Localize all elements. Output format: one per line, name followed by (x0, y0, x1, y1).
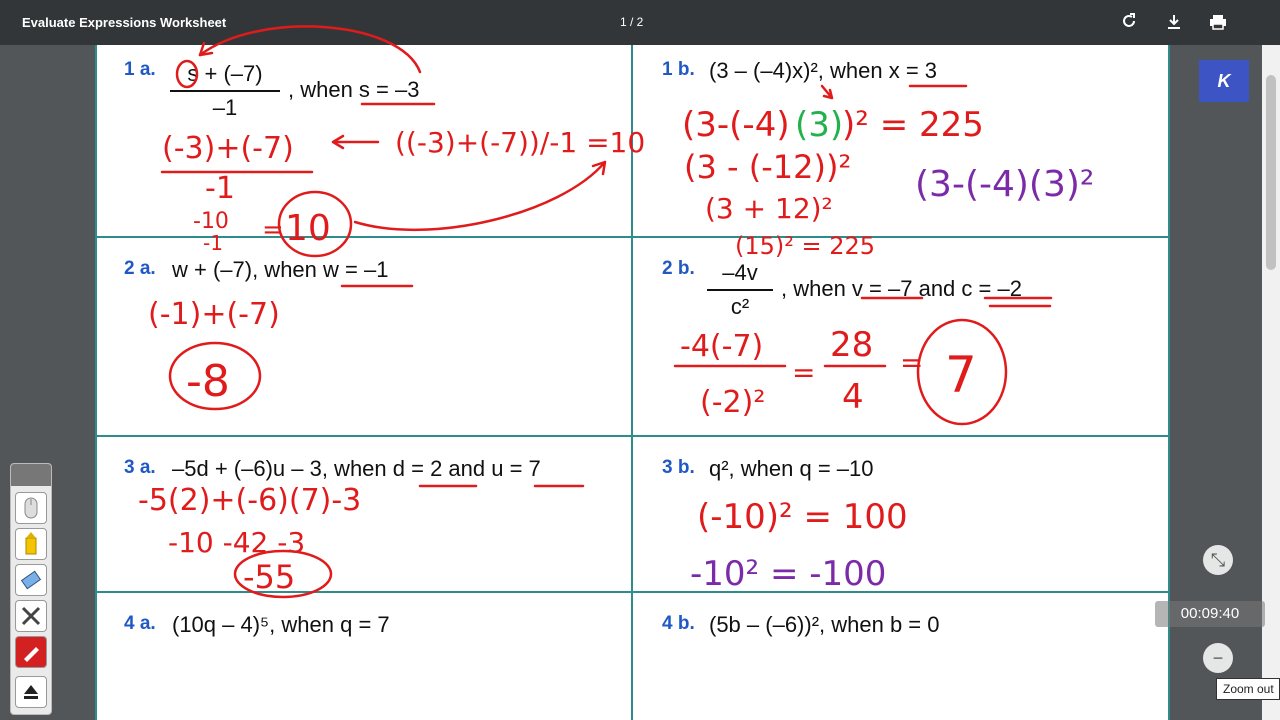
problem-4b-expression: (5b – (–6))², when b = 0 (709, 612, 940, 637)
fraction-2b: –4v c² (707, 260, 773, 320)
eject-icon[interactable] (15, 676, 47, 708)
problem-1a-condition: , when s = –3 (288, 77, 420, 102)
document-title: Evaluate Expressions Worksheet (22, 15, 227, 30)
mouse-pointer-icon[interactable] (15, 492, 47, 524)
grid-row-divider-2 (95, 435, 1170, 437)
rotate-icon[interactable] (1119, 12, 1139, 32)
pen-icon[interactable] (15, 636, 47, 668)
download-icon[interactable] (1164, 12, 1184, 32)
grid-divider-center (631, 45, 633, 720)
problem-3b-expression: q², when q = –10 (709, 456, 874, 481)
grid-row-divider-3 (95, 591, 1170, 593)
fit-to-page-icon[interactable]: ⤡ (1203, 545, 1233, 575)
scrollbar-thumb[interactable] (1266, 75, 1276, 270)
problem-label-3a: 3 a. (124, 457, 156, 478)
grid-row-divider-1 (95, 236, 1170, 238)
recording-timer: 00:09:40 (1155, 601, 1265, 627)
problem-label-1a: 1 a. (124, 59, 156, 80)
problem-label-4a: 4 a. (124, 613, 156, 634)
grid-border-left (95, 45, 97, 720)
fraction-1a-numerator: s + (–7) (187, 61, 263, 86)
problem-1b-expression: (3 – (–4)x)², when x = 3 (709, 58, 938, 83)
palette-drag-handle[interactable] (11, 464, 51, 486)
problem-label-1b: 1 b. (662, 59, 695, 80)
fraction-2b-denominator: c² (730, 294, 750, 319)
highlighter-icon[interactable] (15, 528, 47, 560)
k-extension-button[interactable]: K (1199, 60, 1249, 102)
problem-2b-condition: , when v = –7 and c = –2 (781, 276, 1022, 301)
problem-label-4b: 4 b. (662, 613, 695, 634)
problem-2a-expression: w + (–7), when w = –1 (172, 257, 389, 282)
page-indicator: 1 / 2 (620, 15, 644, 29)
problem-label-3b: 3 b. (662, 457, 695, 478)
fraction-2b-numerator: –4v (722, 260, 758, 285)
zoom-out-tooltip: Zoom out (1216, 678, 1280, 700)
ink-tool-palette (10, 463, 52, 715)
problem-label-2a: 2 a. (124, 258, 156, 279)
eraser-icon[interactable] (15, 564, 47, 596)
print-icon[interactable] (1208, 12, 1228, 32)
pdf-toolbar: Evaluate Expressions Worksheet 1 / 2 (0, 0, 1280, 45)
tools-icon[interactable] (15, 600, 47, 632)
problem-label-2b: 2 b. (662, 258, 695, 279)
problem-4a-expression: (10q – 4)⁵, when q = 7 (172, 612, 390, 637)
fraction-1a-denominator: –1 (212, 95, 238, 120)
zoom-out-button[interactable]: − (1203, 643, 1233, 673)
fraction-1a: s + (–7) –1 (170, 61, 280, 121)
problem-3a-expression: –5d + (–6)u – 3, when d = 2 and u = 7 (172, 456, 541, 481)
